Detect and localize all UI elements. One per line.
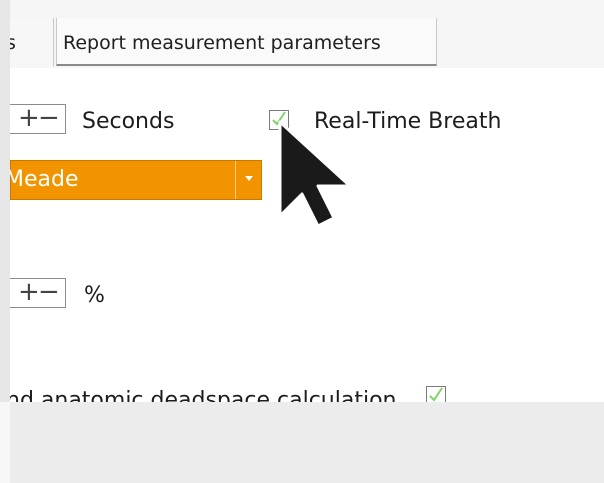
percent-label: % [84,283,105,308]
caret-down-icon [245,176,253,181]
method-dropdown[interactable]: Meade [10,160,262,200]
minus-icon[interactable]: − [38,279,60,305]
method-dropdown-value: Meade [10,167,79,192]
plus-icon[interactable]: + [18,105,40,131]
tab-previous[interactable]: s [10,18,54,66]
mouse-pointer-icon [278,120,352,228]
dropdown-toggle[interactable] [235,161,261,199]
tab-report-measurement-parameters[interactable]: Report measurement parameters [56,18,437,66]
seconds-label: Seconds [82,109,175,134]
plus-icon[interactable]: + [18,279,40,305]
seconds-stepper[interactable]: + − [10,104,66,134]
minus-icon[interactable]: − [38,105,60,131]
bottom-panel [10,402,604,483]
percent-stepper[interactable]: + − [10,278,66,308]
check-icon [429,387,443,402]
deadspace-checkbox[interactable] [426,386,446,402]
deadspace-label: nd anatomic deadspace calculation [10,388,397,402]
tab-bar: s Report measurement parameters [10,0,604,68]
left-edge [0,0,10,402]
